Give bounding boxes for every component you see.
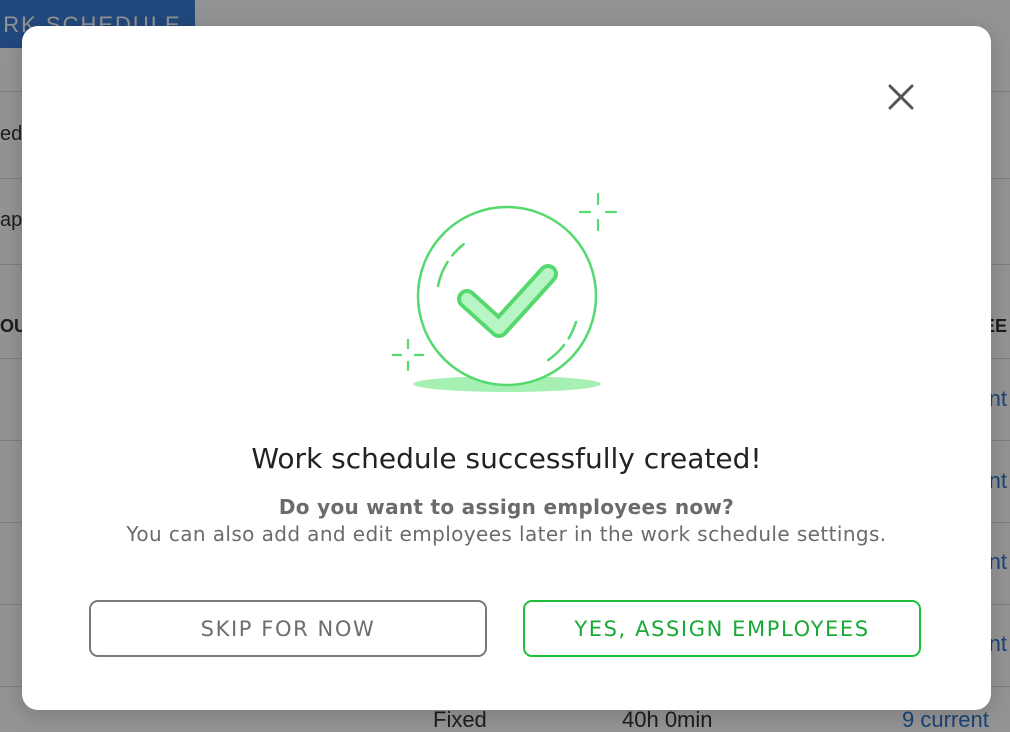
success-checkmark-icon (391, 192, 618, 392)
dialog-question: Do you want to assign employees now? (278, 495, 735, 519)
dialog-title: Work schedule successfully created! (251, 442, 762, 475)
skip-for-now-button[interactable]: SKIP FOR NOW (89, 600, 487, 657)
success-dialog: Work schedule successfully created! Do y… (22, 26, 991, 710)
close-button[interactable] (882, 78, 920, 116)
assign-employees-button[interactable]: YES, ASSIGN EMPLOYEES (523, 600, 921, 657)
close-icon (888, 84, 914, 110)
dialog-hint: You can also add and edit employees late… (126, 522, 887, 546)
